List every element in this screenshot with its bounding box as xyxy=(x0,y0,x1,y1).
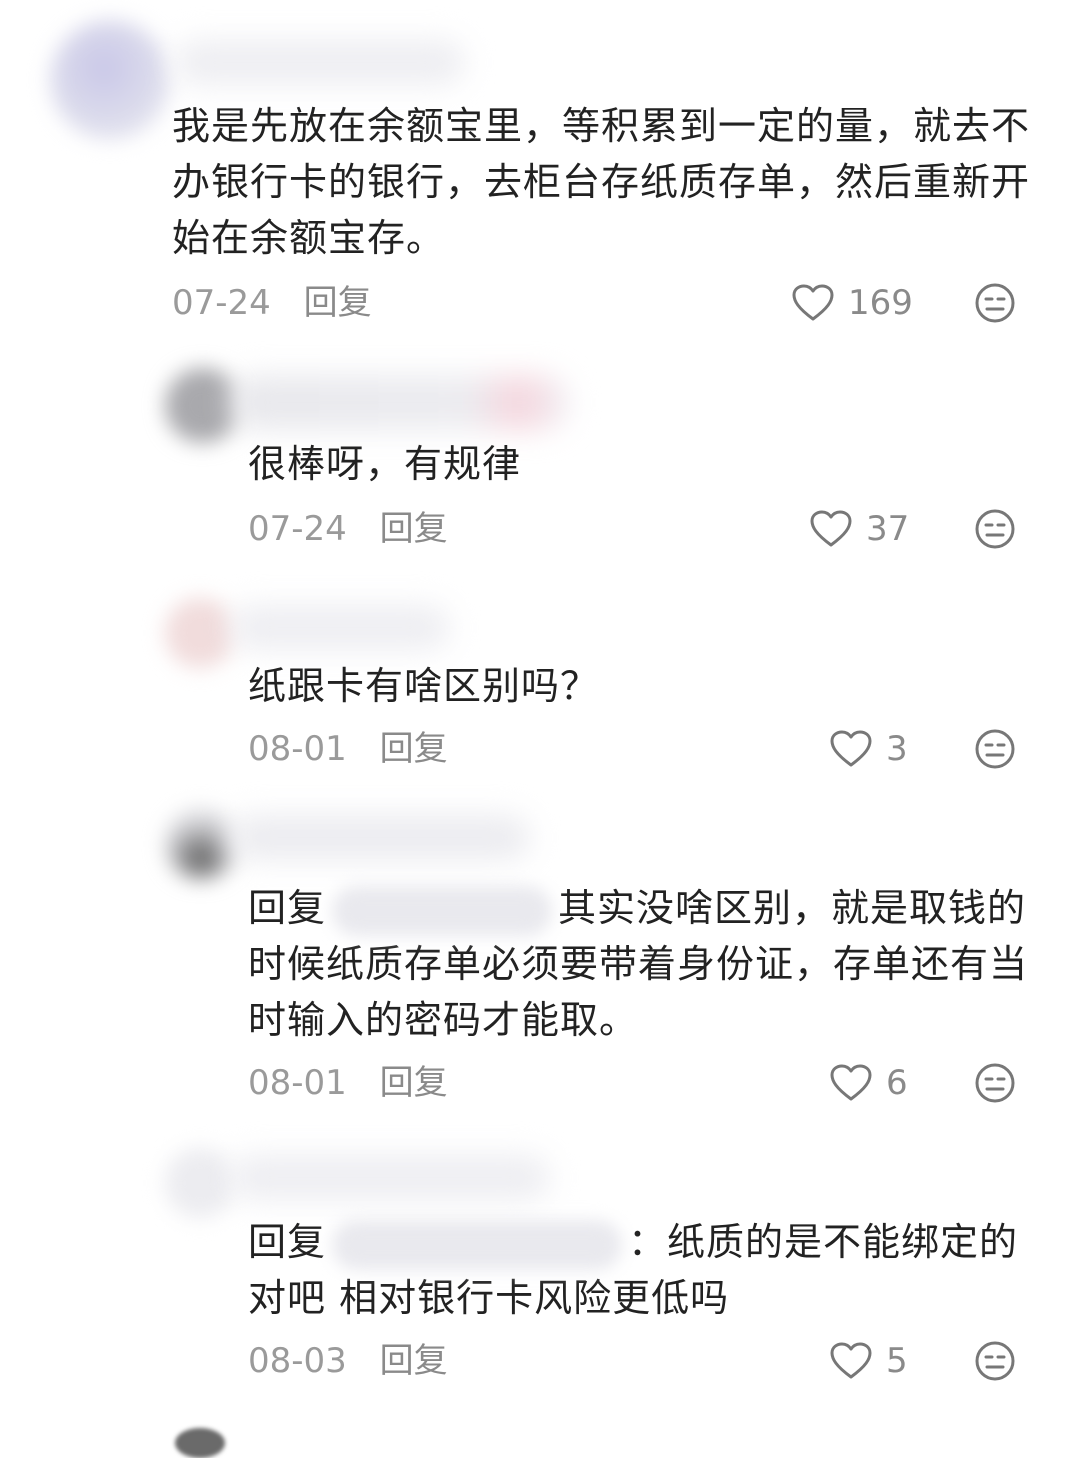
like-count: 6 xyxy=(886,1063,908,1103)
username-blurred[interactable] xyxy=(230,605,450,650)
like-button[interactable]: 37 xyxy=(810,504,909,554)
reply-button[interactable]: 回复 xyxy=(304,283,372,323)
reply-prefix: 回复 xyxy=(248,1220,327,1264)
username-blurred[interactable] xyxy=(230,1155,550,1200)
neutral-face-icon[interactable] xyxy=(974,1340,1016,1382)
reply-button[interactable]: 回复 xyxy=(380,509,448,549)
comment-meta: 08-03 回复 xyxy=(248,1336,448,1386)
comment-meta: 07-24 回复 xyxy=(248,504,448,554)
neutral-face-icon[interactable] xyxy=(974,282,1016,324)
like-count: 169 xyxy=(848,283,913,323)
comment-text: 纸跟卡有啥区别吗？ xyxy=(248,664,600,708)
avatar-blurred[interactable] xyxy=(165,598,235,668)
comment-date: 07-24 xyxy=(172,283,271,323)
comment-text: 回复 ：纸质的是不能绑定的对吧 相对银行卡风险更低吗 xyxy=(248,1214,1038,1326)
comment-text: 回复 其实没啥区别，就是取钱的时候纸质存单必须要带着身份证，存单还有当时输入的密码… xyxy=(248,880,1038,1048)
comment-date: 08-03 xyxy=(248,1341,347,1381)
heart-outline-icon xyxy=(792,284,834,321)
mentioned-user-blurred[interactable] xyxy=(332,1219,623,1270)
like-count: 5 xyxy=(886,1341,908,1381)
heart-outline-icon xyxy=(830,1342,872,1379)
avatar-blurred[interactable] xyxy=(50,20,170,140)
username-blurred[interactable] xyxy=(175,40,465,85)
comment-text: 我是先放在余额宝里，等积累到一定的量，就去不办银行卡的银行，去柜台存纸质存单，然… xyxy=(172,104,1031,260)
like-button[interactable]: 6 xyxy=(830,1058,908,1108)
neutral-face-icon[interactable] xyxy=(974,508,1016,550)
comment-date: 08-01 xyxy=(248,729,347,769)
heart-outline-icon xyxy=(830,1064,872,1101)
comment-meta: 08-01 回复 xyxy=(248,1058,448,1108)
reply-button[interactable]: 回复 xyxy=(380,1063,448,1103)
like-count: 37 xyxy=(866,509,910,549)
heart-outline-icon xyxy=(830,730,872,767)
mentioned-user-blurred[interactable] xyxy=(332,885,553,936)
like-button[interactable]: 3 xyxy=(830,724,908,774)
reply-prefix: 回复 xyxy=(248,886,327,930)
comment-date: 07-24 xyxy=(248,509,347,549)
reply-button[interactable]: 回复 xyxy=(380,729,448,769)
like-count: 3 xyxy=(886,729,908,769)
neutral-face-icon[interactable] xyxy=(974,1062,1016,1104)
comment-text: 很棒呀，有规律 xyxy=(248,442,522,486)
heart-outline-icon xyxy=(810,510,852,547)
like-button[interactable]: 5 xyxy=(830,1336,908,1386)
avatar-blurred[interactable] xyxy=(165,368,240,443)
comment-meta: 07-24 回复 xyxy=(172,278,372,328)
avatar-partial[interactable] xyxy=(175,1428,225,1458)
avatar-blurred[interactable] xyxy=(165,1148,235,1218)
comment-date: 08-01 xyxy=(248,1063,347,1103)
avatar-blurred[interactable] xyxy=(165,808,237,880)
username-blurred[interactable] xyxy=(230,375,570,430)
reply-button[interactable]: 回复 xyxy=(380,1341,448,1381)
username-blurred[interactable] xyxy=(230,815,530,860)
like-button[interactable]: 169 xyxy=(792,278,913,328)
neutral-face-icon[interactable] xyxy=(974,728,1016,770)
comment-meta: 08-01 回复 xyxy=(248,724,448,774)
